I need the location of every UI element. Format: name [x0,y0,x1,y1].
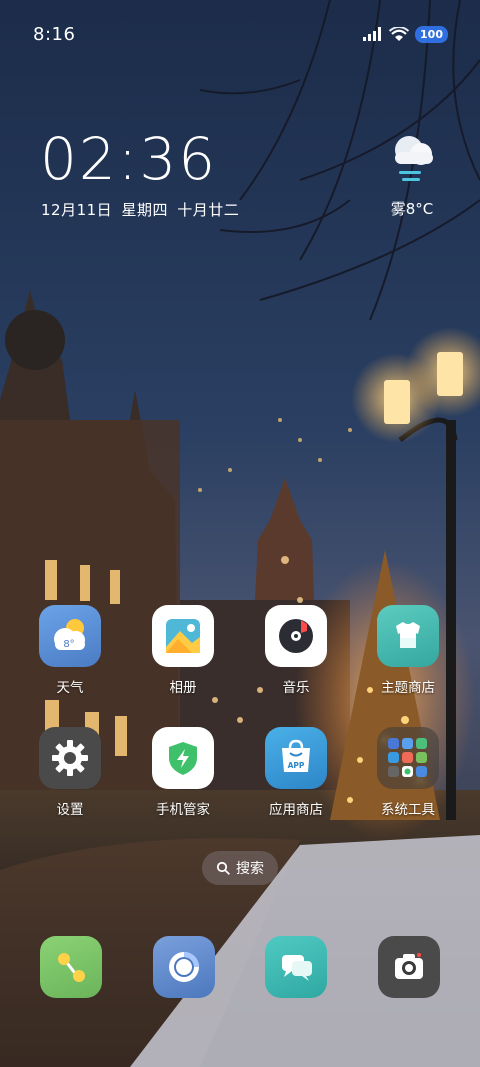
app-music[interactable]: 音乐 [251,605,341,696]
app-weather[interactable]: 8° 天气 [25,605,115,696]
security-icon [152,727,214,789]
status-time: 8:16 [33,23,76,45]
camera-icon [395,953,423,979]
app-gallery[interactable]: 相册 [138,605,228,696]
app-label: 音乐 [282,680,310,696]
app-label: 相册 [169,680,197,696]
status-bar: 8:16 100 [0,0,480,68]
app-store-badge: APP [288,761,305,770]
settings-icon [39,727,101,789]
clock-time[interactable]: 02:36 [40,127,217,191]
clock-date[interactable]: 12月11日 星期四 十月廿二 [41,199,239,220]
gallery-icon [152,605,214,667]
dock-camera[interactable] [378,936,440,998]
messages-icon [282,955,312,981]
folder-icon [377,727,439,789]
app-settings[interactable]: 设置 [25,727,115,818]
weather-widget[interactable]: 雾8°C [382,132,442,219]
app-app-store[interactable]: APP 应用商店 [251,727,341,818]
weather-app-icon: 8° [39,605,101,667]
cloud-icon [395,136,433,181]
battery-icon: 100 [415,25,448,43]
phone-icon [58,953,85,982]
weather-app-badge: 8° [63,639,74,650]
music-icon [265,605,327,667]
app-system-tools-folder[interactable]: 系统工具 [363,727,453,818]
browser-icon [169,952,199,982]
app-label: 系统工具 [381,802,435,818]
weather-text: 雾8°C [390,200,434,218]
dock-browser[interactable] [153,936,215,998]
app-label: 设置 [56,802,84,818]
theme-store-icon [377,605,439,667]
app-security[interactable]: 手机管家 [138,727,228,818]
app-label: 手机管家 [156,802,210,818]
search-label: 搜索 [236,861,264,877]
search-button[interactable]: 搜索 [202,851,278,885]
dock-messages[interactable] [265,936,327,998]
app-label: 应用商店 [269,802,323,818]
wifi-icon [389,26,410,41]
dock-phone[interactable] [40,936,102,998]
status-icons: 100 [363,25,448,43]
search-icon [216,861,230,875]
signal-icon [363,27,382,41]
app-theme-store[interactable]: 主题商店 [363,605,453,696]
app-label: 天气 [56,680,84,696]
app-label: 主题商店 [381,680,435,696]
app-store-icon: APP [265,727,327,789]
